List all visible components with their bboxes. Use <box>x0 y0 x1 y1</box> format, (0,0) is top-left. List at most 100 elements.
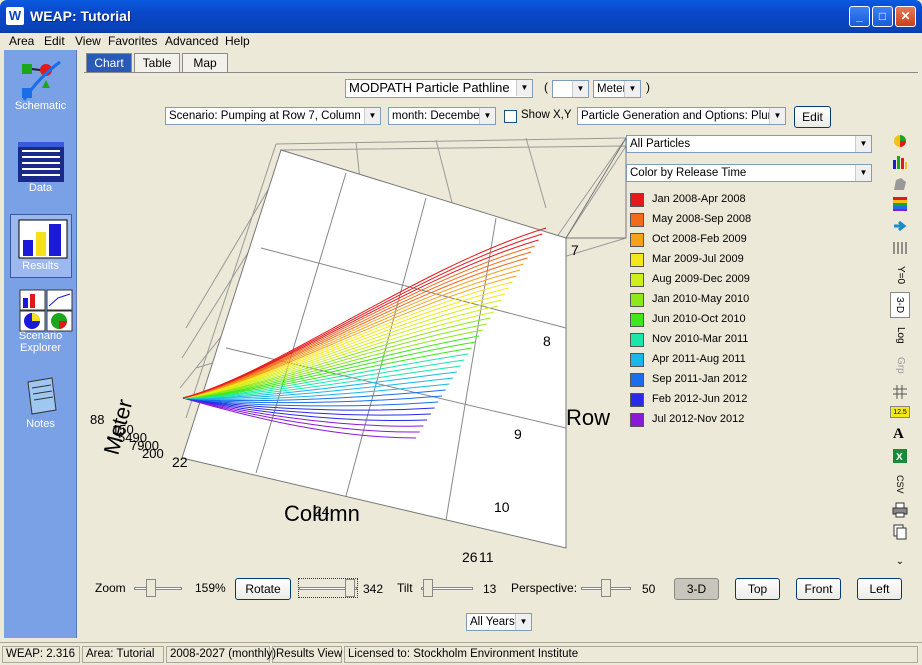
arrow-right-icon[interactable] <box>890 218 910 238</box>
chevron-down-icon: ▼ <box>624 81 640 97</box>
legend-label: Nov 2010-Mar 2011 <box>652 333 749 345</box>
view-results[interactable]: Results <box>4 218 77 272</box>
menu-advanced[interactable]: Advanced <box>165 34 218 48</box>
menu-view[interactable]: View <box>75 34 101 48</box>
chevron-down-icon: ▼ <box>572 81 588 97</box>
legend-swatch <box>630 293 644 307</box>
view-data[interactable]: Data <box>4 140 77 194</box>
legend-swatch <box>630 353 644 367</box>
zoom-slider[interactable] <box>134 579 182 599</box>
group-toggle[interactable]: Grp <box>890 352 910 378</box>
scroll-down-icon[interactable]: ⌄ <box>890 556 910 576</box>
menu-help[interactable]: Help <box>225 34 250 48</box>
y-zero-toggle[interactable]: Y=0 <box>890 262 910 288</box>
view-scenario-explorer[interactable]: Scenario Explorer <box>4 288 77 354</box>
column-tick: 24 <box>314 503 330 519</box>
month-select[interactable]: month: December ▼ <box>388 107 496 125</box>
area-chart-icon[interactable] <box>890 176 910 196</box>
rotate-slider[interactable] <box>298 578 358 598</box>
csv-export-button[interactable]: CSV <box>890 472 910 496</box>
tab-table[interactable]: Table <box>134 53 180 72</box>
particle-options-select[interactable]: Particle Generation and Options: Plume ▼ <box>577 107 786 125</box>
zoom-value: 159% <box>195 581 226 595</box>
status-period: 2008-2027 (monthly) <box>166 646 276 663</box>
legend-swatch <box>630 253 644 267</box>
grid-icon[interactable] <box>890 384 910 404</box>
zoom-label: Zoom <box>95 581 126 595</box>
status-view: Results View <box>272 646 342 663</box>
legend-item: May 2008-Sep 2008 <box>630 212 790 228</box>
unit-paren-open: ( <box>544 80 548 94</box>
menu-bar: Area Edit View Favorites Advanced Help <box>0 33 922 50</box>
years-select[interactable]: All Years ▼ <box>466 613 532 631</box>
rotate-button[interactable]: Rotate <box>235 578 291 600</box>
scenario-select[interactable]: Scenario: Pumping at Row 7, Column 25 ▼ <box>165 107 381 125</box>
tilt-slider[interactable] <box>421 579 473 599</box>
chart-type-icon[interactable] <box>890 132 910 152</box>
chart-tools: Y=0 3-D Log Grp 12.5 A X CSV ⌄ <box>888 128 912 576</box>
unit-select[interactable]: Meter ▼ <box>593 80 641 98</box>
view-notes[interactable]: Notes <box>4 376 77 430</box>
status-license: Licensed to: Stockholm Environment Insti… <box>344 646 918 663</box>
legend-item: Jul 2012-Nov 2012 <box>630 412 790 428</box>
tab-chart[interactable]: Chart <box>86 53 132 72</box>
column-tick: 26 <box>462 549 478 565</box>
meter-tick: 88 <box>90 412 104 427</box>
log-toggle[interactable]: Log <box>890 322 910 348</box>
legend-item: Sep 2011-Jan 2012 <box>630 372 790 388</box>
tab-map[interactable]: Map <box>182 53 228 72</box>
view-notes-label: Notes <box>26 418 55 430</box>
result-type-select[interactable]: MODPATH Particle Pathline ▼ <box>345 79 533 98</box>
close-button[interactable]: ✕ <box>895 6 916 27</box>
schematic-icon <box>18 58 64 101</box>
perspective-value: 50 <box>642 582 656 596</box>
3d-toggle[interactable]: 3-D <box>890 292 910 318</box>
row-tick: 8 <box>543 333 551 349</box>
print-icon[interactable] <box>890 502 910 522</box>
legend-item: Jan 2010-May 2010 <box>630 292 790 308</box>
tilt-label: Tilt <box>397 581 413 595</box>
copy-icon[interactable] <box>890 524 910 544</box>
show-xy-checkbox[interactable] <box>504 110 517 123</box>
perspective-slider[interactable] <box>581 579 631 599</box>
color-by-select[interactable]: Color by Release Time ▼ <box>626 164 872 182</box>
number-format-button[interactable]: 12.5 <box>890 406 910 418</box>
font-icon[interactable]: A <box>890 424 910 444</box>
view-schematic[interactable]: Schematic <box>4 58 77 112</box>
left-view-button[interactable]: Left <box>857 578 902 600</box>
legend-label: Apr 2011-Aug 2011 <box>652 353 746 365</box>
excel-icon[interactable]: X <box>890 448 910 468</box>
legend-item: Mar 2009-Jul 2009 <box>630 252 790 268</box>
legend-label: Jan 2010-May 2010 <box>652 293 750 305</box>
3d-view-button[interactable]: 3-D <box>674 578 719 600</box>
scenario-explorer-icon <box>18 288 72 332</box>
chevron-down-icon: ▼ <box>855 165 871 181</box>
chevron-down-icon: ▼ <box>769 108 785 124</box>
menu-area[interactable]: Area <box>9 34 34 48</box>
results-icon <box>18 218 67 259</box>
status-bar: WEAP: 2.316 Area: Tutorial 2008-2027 (mo… <box>0 642 922 665</box>
perspective-label: Perspective: <box>511 581 578 595</box>
rotate-value: 342 <box>363 582 384 596</box>
notes-icon <box>18 376 64 416</box>
legend-item: Aug 2009-Dec 2009 <box>630 272 790 288</box>
menu-favorites[interactable]: Favorites <box>108 34 157 48</box>
pattern-icon[interactable] <box>890 240 910 260</box>
bar-chart-icon[interactable] <box>890 154 910 174</box>
maximize-button[interactable]: □ <box>872 6 893 27</box>
color-scheme-icon[interactable] <box>890 196 910 216</box>
legend-label: Oct 2008-Feb 2009 <box>652 233 747 245</box>
particles-select[interactable]: All Particles ▼ <box>626 135 872 153</box>
legend-swatch <box>630 193 644 207</box>
menu-edit[interactable]: Edit <box>44 34 65 48</box>
meter-tick: 200 <box>142 446 164 461</box>
chevron-down-icon: ▼ <box>516 80 532 96</box>
top-view-button[interactable]: Top <box>735 578 780 600</box>
legend-swatch <box>630 273 644 287</box>
legend-swatch <box>630 233 644 247</box>
row-tick: 7 <box>571 242 579 258</box>
unit-scale-select[interactable]: ▼ <box>552 80 589 98</box>
front-view-button[interactable]: Front <box>796 578 841 600</box>
minimize-button[interactable]: _ <box>849 6 870 27</box>
edit-button[interactable]: Edit <box>794 106 831 128</box>
